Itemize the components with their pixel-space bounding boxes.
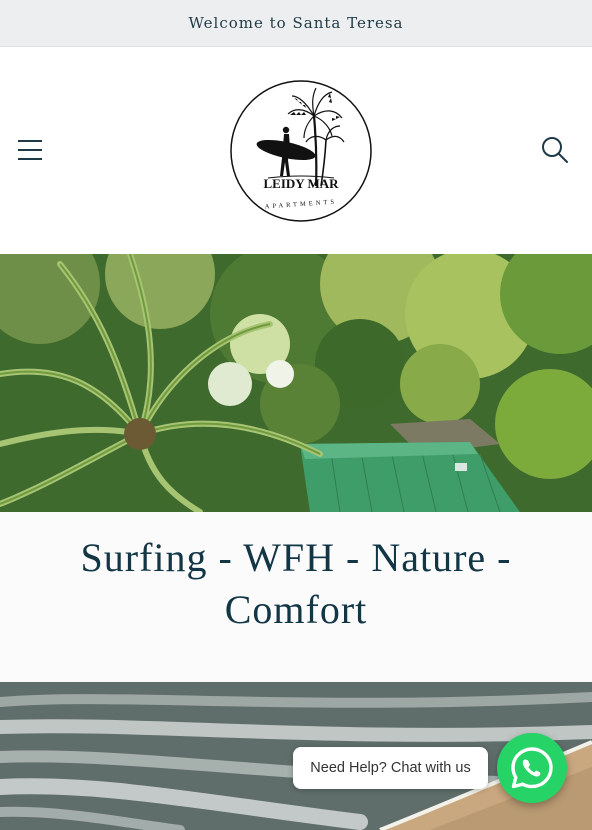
tagline-heading: Surfing - WFH - Nature - Comfort xyxy=(80,535,512,632)
chat-help-text: Need Help? Chat with us xyxy=(310,760,471,776)
announcement-text: Welcome to Santa Teresa xyxy=(188,14,404,32)
announcement-bar: Welcome to Santa Teresa xyxy=(0,0,592,47)
chat-help-bubble[interactable]: Need Help? Chat with us xyxy=(293,747,488,789)
whatsapp-icon xyxy=(511,747,553,789)
whatsapp-chat-button[interactable] xyxy=(497,733,567,803)
search-icon[interactable] xyxy=(540,135,570,165)
logo-name: LEIDY MAR xyxy=(264,176,340,191)
hamburger-menu-icon[interactable] xyxy=(16,135,46,165)
tagline-section: Surfing - WFH - Nature - Comfort xyxy=(0,512,592,682)
leidy-mar-logo[interactable]: LEIDY MAR APARTMENTS xyxy=(228,78,374,224)
site-header: LEIDY MAR APARTMENTS xyxy=(0,47,592,254)
hero-image xyxy=(0,254,592,512)
